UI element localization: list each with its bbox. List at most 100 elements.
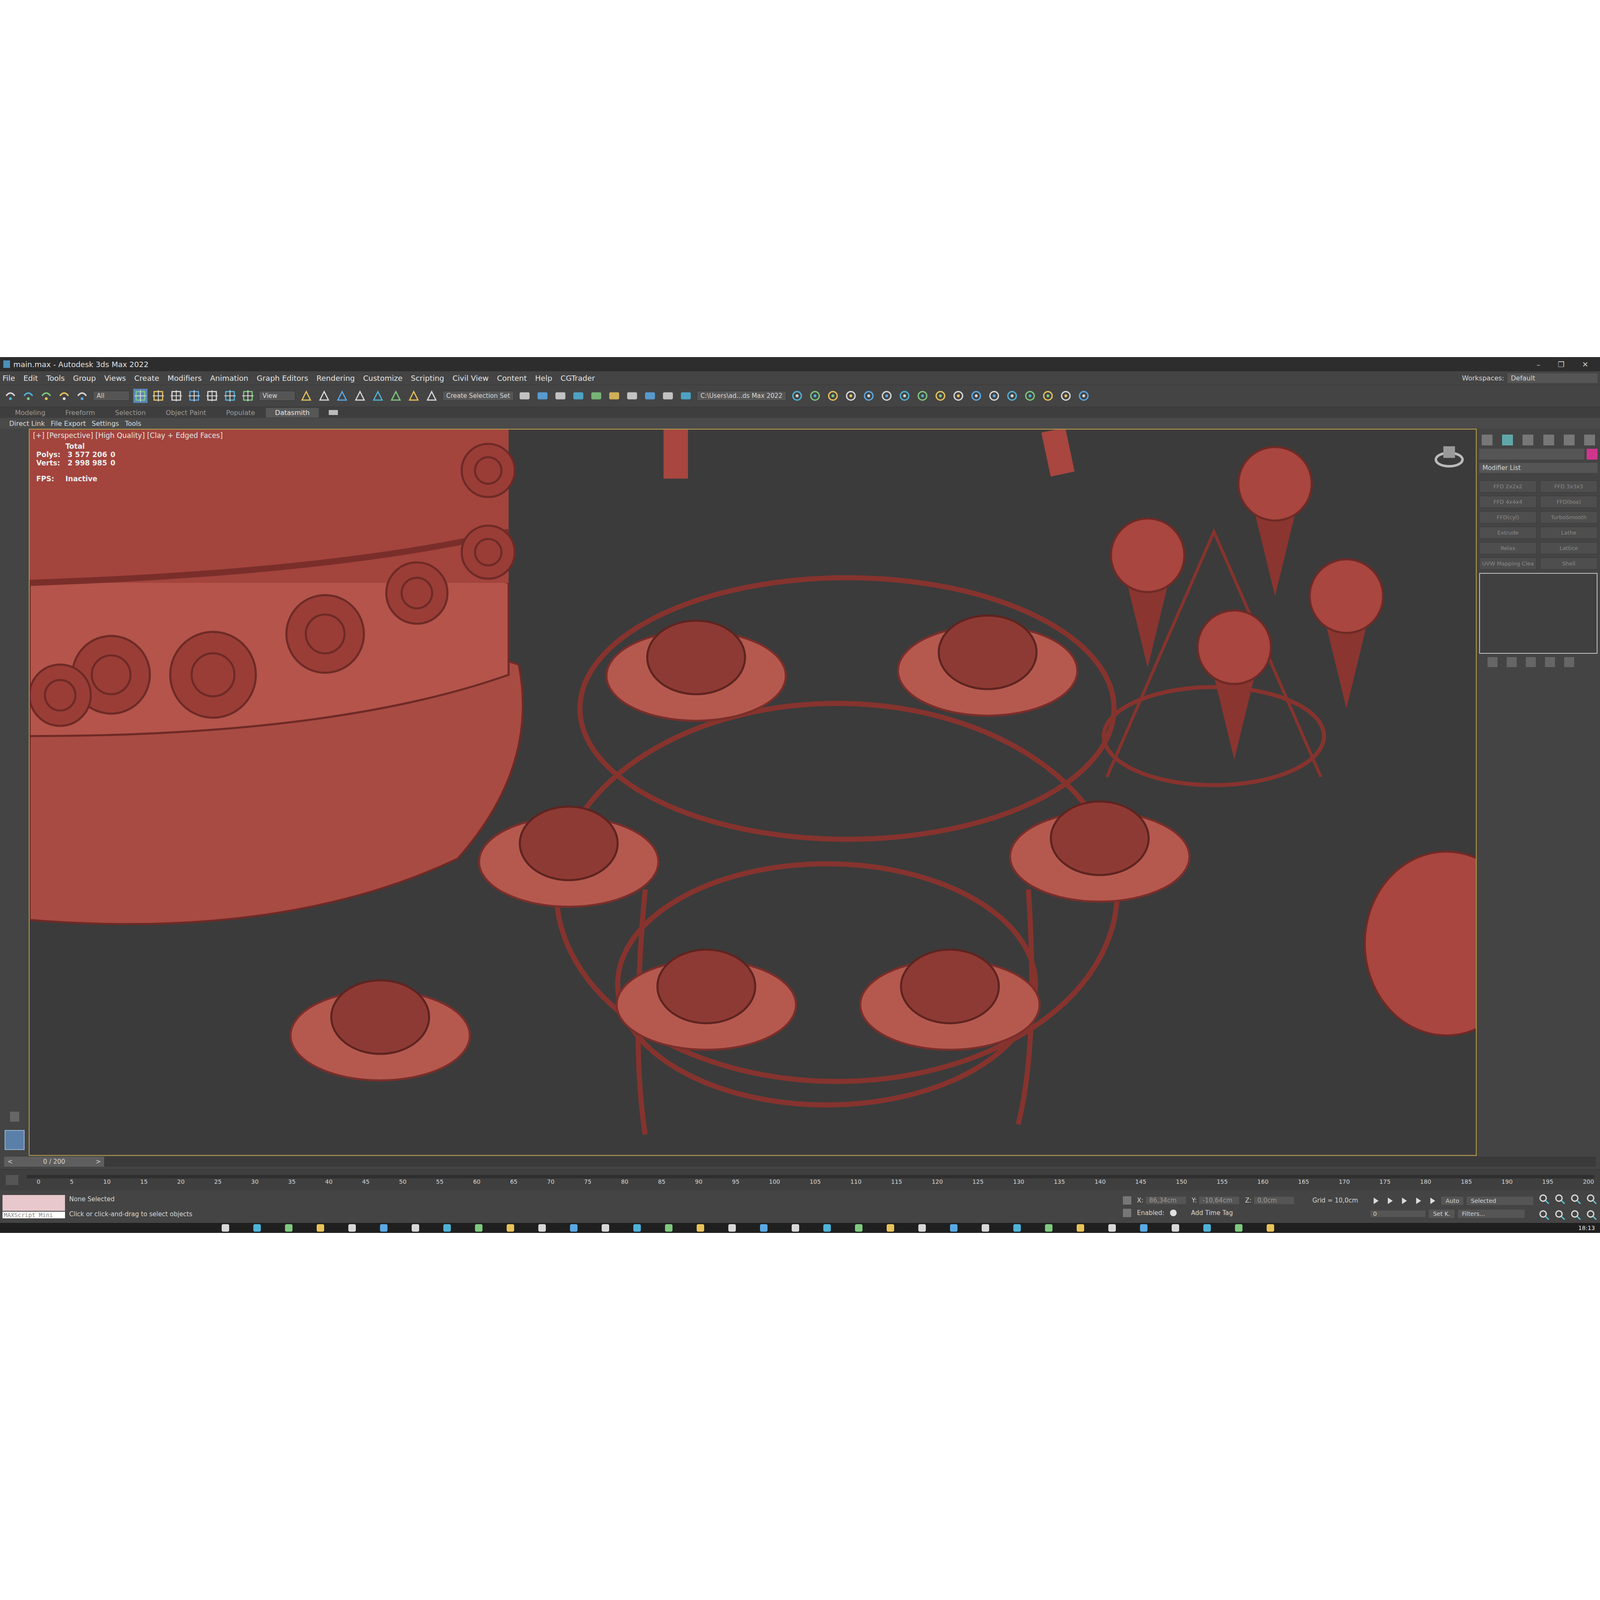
taskbar-app-icon[interactable] — [253, 1224, 261, 1232]
zoom-icon[interactable] — [1537, 1192, 1550, 1205]
selection-filter-dropdown[interactable]: All — [92, 390, 130, 401]
menu-item[interactable]: Customize — [363, 373, 403, 383]
object-color-swatch[interactable] — [1586, 448, 1598, 460]
mirror2-icon[interactable] — [861, 388, 876, 403]
menu-item[interactable]: Scripting — [410, 373, 445, 383]
go-start-icon[interactable] — [1370, 1195, 1382, 1207]
track-icon[interactable] — [951, 388, 966, 403]
auto-key-button[interactable]: Auto — [1441, 1196, 1464, 1205]
snap-icon[interactable] — [678, 388, 693, 403]
window-select-icon[interactable] — [187, 388, 202, 403]
track-bar-icon[interactable] — [5, 1175, 19, 1185]
enabled-dot-icon[interactable] — [1170, 1209, 1177, 1217]
taskbar-app-icon[interactable] — [665, 1224, 673, 1232]
render-frame-icon[interactable] — [535, 388, 550, 403]
selection-set-dropdown[interactable]: Create Selection Set — [442, 390, 514, 401]
taskbar-app-icon[interactable] — [380, 1224, 388, 1232]
viewport[interactable]: [+] [Perspective] [High Quality] [Clay +… — [28, 428, 1477, 1156]
key-filter-dropdown[interactable]: Selected — [1466, 1196, 1534, 1205]
track-bar[interactable]: 0510152025303540455055606570758085909510… — [0, 1169, 1600, 1191]
datasmith-button[interactable]: File Export — [50, 419, 86, 428]
taskbar-app-icon[interactable] — [950, 1224, 958, 1232]
menu-item[interactable]: Views — [104, 373, 126, 383]
taskbar-app-icon[interactable] — [538, 1224, 546, 1232]
taskbar-app-icon[interactable] — [570, 1224, 578, 1232]
system-icon[interactable] — [660, 388, 675, 403]
taskbar-app-icon[interactable] — [475, 1224, 483, 1232]
viewcube-icon[interactable] — [1432, 439, 1466, 473]
key-filters-button[interactable]: Filters... — [1457, 1209, 1525, 1218]
light-icon[interactable] — [589, 388, 604, 403]
menu-item[interactable]: Graph Editors — [256, 373, 309, 383]
modifier-button[interactable]: Extrude — [1479, 526, 1537, 539]
rotate-icon[interactable] — [222, 388, 238, 403]
maxscript-listener[interactable] — [2, 1195, 65, 1211]
modifier-button[interactable]: Lattice — [1540, 542, 1598, 555]
taskbar-app-icon[interactable] — [221, 1224, 230, 1232]
taskbar-app-icon[interactable] — [633, 1224, 641, 1232]
create-tab-icon[interactable] — [1481, 434, 1493, 446]
ribbon-icon[interactable] — [897, 388, 912, 403]
add-time-tag[interactable]: Add Time Tag — [1182, 1209, 1233, 1217]
display-tab-icon[interactable] — [1563, 434, 1575, 446]
render-setup-icon[interactable] — [517, 388, 532, 403]
scale-icon[interactable] — [240, 388, 255, 403]
unique-icon[interactable] — [1525, 657, 1536, 668]
menu-item[interactable]: CGTrader — [560, 373, 595, 383]
scene-explorer-icon[interactable] — [370, 388, 385, 403]
utilities-tab-icon[interactable] — [1584, 434, 1595, 446]
xref-icon[interactable] — [1005, 388, 1020, 403]
move-icon[interactable] — [205, 388, 220, 403]
zoom-extents-all-icon[interactable] — [1585, 1192, 1598, 1205]
viewport-label[interactable]: [+] [Perspective] [High Quality] [Clay +… — [32, 431, 223, 440]
mirror-icon[interactable] — [317, 388, 332, 403]
modifier-button[interactable]: FFD 2x2x2 — [1479, 480, 1537, 493]
curve-icon[interactable] — [388, 388, 403, 403]
pan-icon[interactable] — [1553, 1208, 1566, 1221]
viewport-icon[interactable] — [1058, 388, 1073, 403]
coordinate-field[interactable]: Y:-10,64cm — [1191, 1196, 1240, 1205]
taskbar-app-icon[interactable] — [1140, 1224, 1148, 1232]
menu-item[interactable]: File — [2, 373, 15, 383]
taskbar-app-icon[interactable] — [601, 1224, 610, 1232]
array-icon[interactable] — [879, 388, 894, 403]
taskbar-app-icon[interactable] — [316, 1224, 325, 1232]
pin-icon[interactable] — [1487, 657, 1498, 668]
taskbar-app-icon[interactable] — [348, 1224, 356, 1232]
datasmith-button[interactable]: Direct Link — [9, 419, 45, 428]
modify-tab-icon[interactable] — [1502, 434, 1513, 446]
menu-item[interactable]: Modifiers — [167, 373, 202, 383]
workspace-dropdown[interactable]: Default — [1507, 373, 1598, 383]
ribbon-tab[interactable]: Object Paint — [156, 407, 216, 418]
modifier-button[interactable]: Relax — [1479, 542, 1537, 555]
schematic-icon[interactable] — [406, 388, 421, 403]
taskbar-app-icon[interactable] — [791, 1224, 800, 1232]
menu-item[interactable]: Group — [72, 373, 96, 383]
menu-item[interactable]: Rendering — [316, 373, 355, 383]
taskbar-app-icon[interactable] — [411, 1224, 420, 1232]
taskbar-app-icon[interactable] — [1076, 1224, 1085, 1232]
ribbon-tab[interactable]: Freeform — [56, 407, 105, 418]
dope-icon[interactable] — [933, 388, 948, 403]
window-control[interactable]: – — [1536, 360, 1541, 369]
teapot-icon[interactable] — [571, 388, 586, 403]
layer-icon[interactable] — [352, 388, 368, 403]
time-slider-track[interactable]: <0 / 200> — [4, 1156, 1596, 1167]
space-warp-icon[interactable] — [642, 388, 658, 403]
spinner-snap-icon[interactable] — [825, 388, 840, 403]
taskbar-app-icon[interactable] — [1108, 1224, 1116, 1232]
datasmith-button[interactable]: Settings — [91, 419, 120, 428]
env-icon[interactable] — [969, 388, 984, 403]
taskbar-app-icon[interactable] — [760, 1224, 768, 1232]
zoom-all-icon[interactable] — [1553, 1192, 1566, 1205]
show-end-icon[interactable] — [1506, 657, 1517, 668]
modifier-button[interactable]: UVW Mapping Clea — [1479, 557, 1537, 570]
align-icon[interactable] — [335, 388, 350, 403]
hierarchy-tab-icon[interactable] — [1522, 434, 1534, 446]
modifier-button[interactable]: Lathe — [1540, 526, 1598, 539]
helper-icon[interactable] — [625, 388, 640, 403]
material-icon[interactable] — [424, 388, 439, 403]
taskbar-app-icon[interactable] — [918, 1224, 926, 1232]
window-control[interactable]: ❐ — [1557, 360, 1565, 369]
select-icon[interactable] — [133, 388, 148, 403]
